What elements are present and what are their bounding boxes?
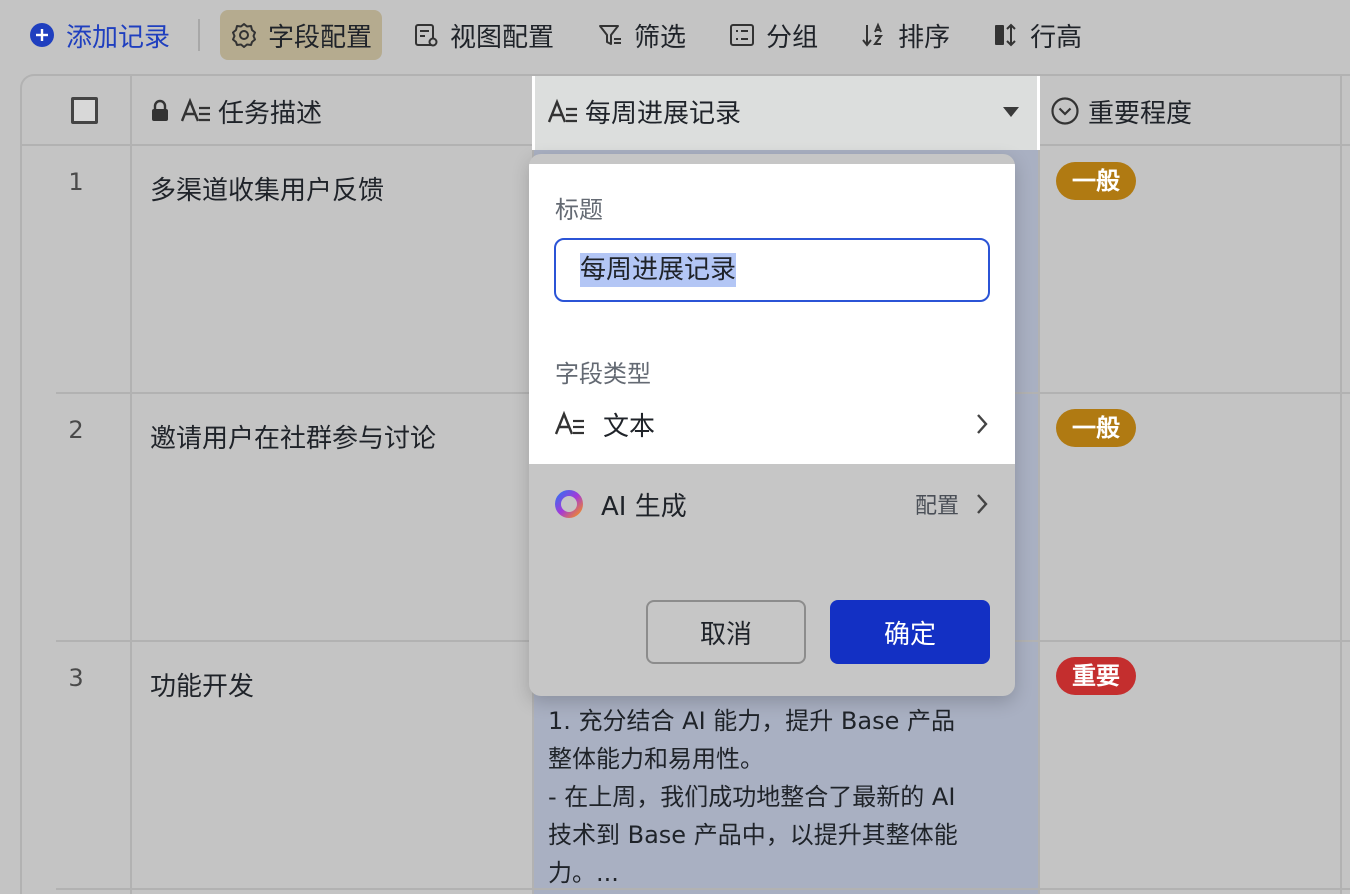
column-header-weekly[interactable]: 每周进展记录 [532, 76, 1040, 150]
field-type-value: 文本 [603, 411, 656, 442]
sort-icon [862, 22, 884, 47]
title-label: 标题 [555, 196, 603, 224]
column-divider [1038, 76, 1040, 894]
cell-text-line: - 在上周，我们成功地整合了最新的 AI [548, 783, 956, 811]
field-edit-popup: 标题 每周进展记录 字段类型 文本 AI 生成 配置 取消 确定 [529, 154, 1015, 696]
ai-config-link[interactable]: 配置 [915, 488, 959, 520]
text-field-icon [554, 410, 584, 435]
cell-text-line: 力。... [548, 859, 619, 887]
filter-button[interactable]: 筛选 [586, 10, 696, 60]
field-config-button[interactable]: 字段配置 [220, 10, 383, 60]
field-config-label: 字段配置 [268, 22, 373, 53]
view-config-icon [415, 24, 438, 47]
filter-icon [599, 25, 622, 45]
cell-text-line: 1. 充分结合 AI 能力，提升 Base 产品 [548, 707, 955, 735]
importance-tag[interactable]: 重要 [1056, 657, 1136, 695]
column-divider [130, 76, 132, 894]
text-field-icon [180, 97, 210, 122]
toolbar-divider [198, 19, 201, 51]
chevron-right-icon [977, 494, 988, 514]
column-divider [1340, 76, 1342, 894]
chevron-right-icon [977, 414, 988, 434]
field-type-label: 字段类型 [555, 360, 651, 388]
column-header-weekly-label: 每周进展记录 [585, 99, 742, 129]
importance-tag[interactable]: 一般 [1056, 409, 1136, 447]
title-input-value: 每周进展记录 [580, 253, 737, 287]
add-record-button[interactable]: 添加记录 [28, 10, 180, 60]
column-header-importance-label: 重要程度 [1088, 98, 1193, 129]
group-button[interactable]: 分组 [718, 10, 828, 60]
weekly-progress-cell[interactable]: 1. 充分结合 AI 能力，提升 Base 产品 整体能力和易用性。 - 在上周… [548, 702, 1028, 892]
importance-tag[interactable]: 一般 [1056, 162, 1136, 200]
row-number: 1 [68, 168, 84, 196]
single-select-icon [1051, 97, 1079, 125]
ai-generate-label: AI 生成 [601, 491, 687, 522]
task-cell[interactable]: 邀请用户在社群参与讨论 [150, 418, 436, 455]
ai-generate-row[interactable]: AI 生成 配置 [553, 480, 989, 528]
title-input[interactable]: 每周进展记录 [554, 238, 990, 302]
task-cell[interactable]: 多渠道收集用户反馈 [150, 170, 384, 207]
row-height-button[interactable]: 行高 [982, 10, 1092, 60]
popup-highlight-section: 标题 每周进展记录 字段类型 文本 [529, 164, 1015, 464]
lock-icon [152, 99, 168, 121]
sort-button[interactable]: 排序 [850, 10, 960, 60]
confirm-button[interactable]: 确定 [830, 600, 990, 664]
column-header-task-label: 任务描述 [218, 98, 323, 129]
sort-label: 排序 [898, 22, 951, 53]
add-record-label: 添加记录 [66, 22, 171, 53]
ai-ring-icon [555, 490, 583, 518]
view-config-label: 视图配置 [450, 22, 555, 53]
text-field-icon [547, 98, 577, 122]
column-header-task[interactable]: 任务描述 [150, 76, 322, 146]
cancel-button[interactable]: 取消 [646, 600, 806, 664]
gear-icon [232, 23, 257, 48]
task-cell[interactable]: 功能开发 [150, 666, 254, 703]
row-height-icon [995, 23, 1016, 47]
select-all-checkbox[interactable] [71, 97, 98, 124]
row-number: 2 [68, 416, 84, 444]
group-icon [730, 24, 755, 46]
group-label: 分组 [766, 22, 819, 53]
row-height-label: 行高 [1030, 22, 1083, 53]
plus-circle-icon [30, 23, 54, 47]
caret-down-icon[interactable] [1003, 107, 1019, 117]
filter-label: 筛选 [634, 22, 687, 53]
row-number: 3 [68, 664, 84, 692]
column-header-importance[interactable]: 重要程度 [1050, 76, 1192, 146]
cell-text-line: 技术到 Base 产品中，以提升其整体能 [548, 821, 958, 849]
field-type-selector[interactable]: 文本 [553, 400, 989, 448]
toolbar: 添加记录 字段配置 视图配置 筛选 分组 排序 行高 [0, 0, 1350, 70]
cell-text-line: 整体能力和易用性。 [548, 745, 764, 773]
view-config-button[interactable]: 视图配置 [402, 10, 564, 60]
